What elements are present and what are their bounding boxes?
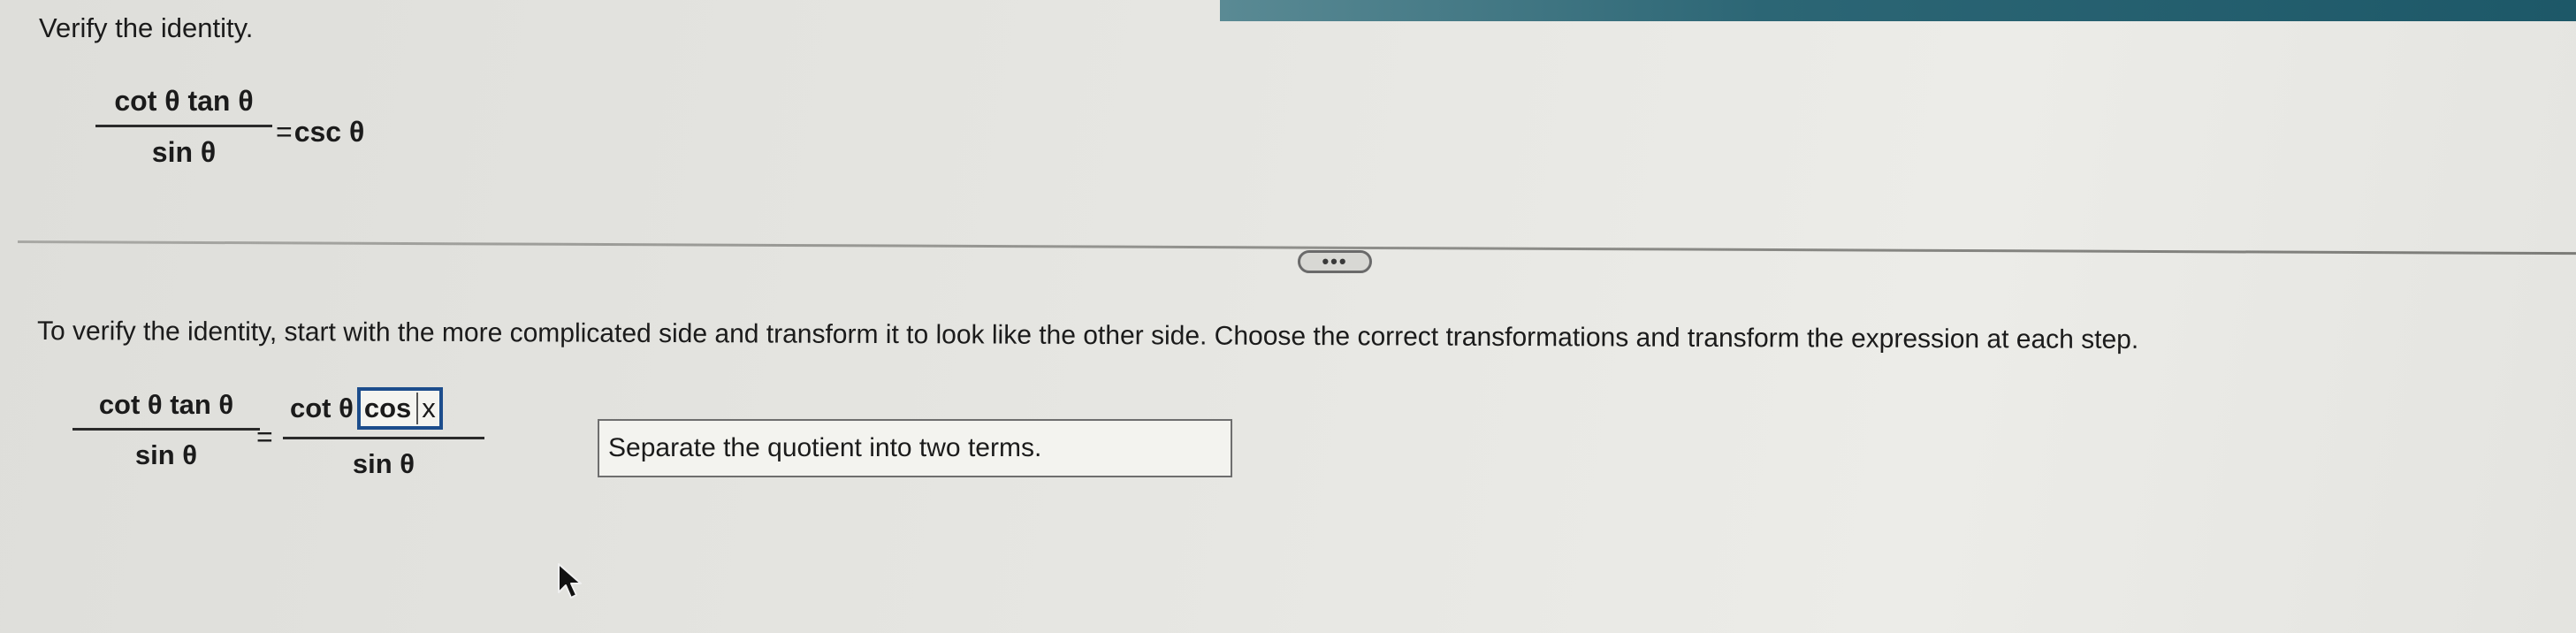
expand-more-button[interactable]: ••• xyxy=(1298,250,1372,273)
given-equals-sign: = xyxy=(276,116,293,148)
given-rhs: csc θ xyxy=(293,116,365,148)
section-divider xyxy=(17,240,2576,255)
given-fraction: cot θ tan θ sin θ xyxy=(95,85,272,169)
mouse-pointer-icon xyxy=(558,563,582,599)
question-prompt: Verify the identity. xyxy=(39,12,254,43)
given-denominator: sin θ xyxy=(151,136,217,168)
step-rhs-fraction: cot θ cos x sin θ xyxy=(283,387,484,480)
transformation-select[interactable]: Separate the quotient into two terms. xyxy=(598,419,1232,477)
instruction-text: To verify the identity, start with the m… xyxy=(36,316,2139,355)
step-lhs-denominator: sin θ xyxy=(134,439,198,470)
top-header-bar xyxy=(1220,0,2576,21)
step-lhs-numerator: cot θ tan θ xyxy=(72,389,260,431)
given-numerator: cot θ tan θ xyxy=(95,85,272,127)
step-lhs-fraction: cot θ tan θ sin θ xyxy=(72,389,260,471)
answer-blank-input[interactable]: cos x xyxy=(356,387,443,430)
answer-blank-typed: x xyxy=(416,393,436,424)
transformation-selected-value: Separate the quotient into two terms. xyxy=(608,433,1042,462)
step-rhs-numerator: cot θ cos x xyxy=(283,387,484,439)
step-rhs-denominator: sin θ xyxy=(352,448,415,479)
answer-blank-value: cos xyxy=(363,393,412,423)
given-right-side: =csc θ xyxy=(276,116,364,149)
step-rhs-numerator-prefix: cot θ xyxy=(290,393,354,423)
step-equals-sign: = xyxy=(256,421,273,453)
